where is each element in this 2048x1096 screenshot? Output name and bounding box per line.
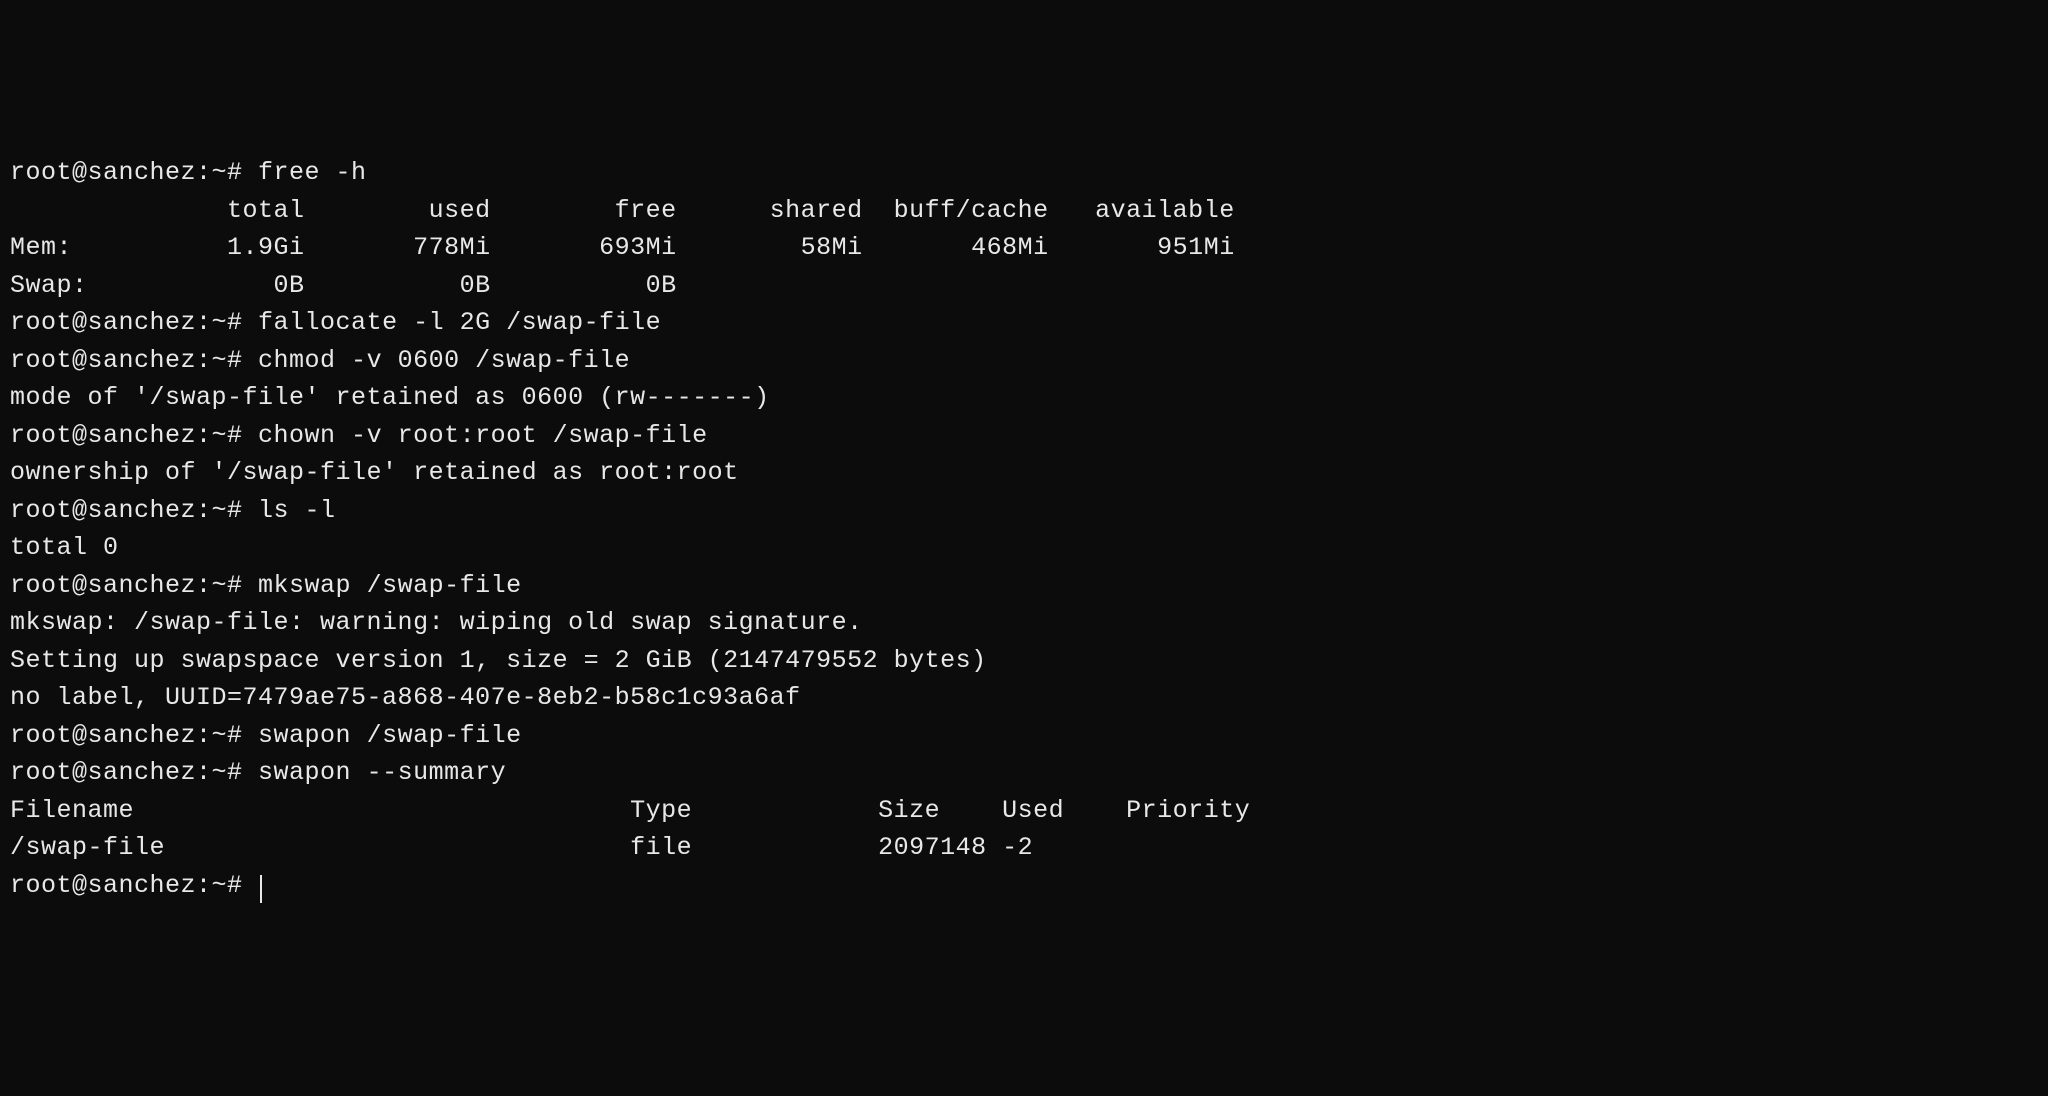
command-text: swapon --summary [258, 758, 506, 787]
prompt: root@sanchez:~# [10, 871, 258, 900]
cmd-line-swapon: root@sanchez:~# swapon /swap-file [10, 717, 2038, 755]
chmod-output: mode of '/swap-file' retained as 0600 (r… [10, 379, 2038, 417]
cmd-line-swapon-summary: root@sanchez:~# swapon --summary [10, 754, 2038, 792]
swapon-row: /swap-file file 2097148 -2 [10, 829, 2038, 867]
cmd-line-current[interactable]: root@sanchez:~# [10, 867, 2038, 905]
prompt: root@sanchez:~# [10, 308, 258, 337]
prompt: root@sanchez:~# [10, 346, 258, 375]
command-text: fallocate -l 2G /swap-file [258, 308, 661, 337]
prompt: root@sanchez:~# [10, 496, 258, 525]
command-text: chown -v root:root /swap-file [258, 421, 708, 450]
prompt: root@sanchez:~# [10, 571, 258, 600]
prompt: root@sanchez:~# [10, 158, 258, 187]
cmd-line-mkswap: root@sanchez:~# mkswap /swap-file [10, 567, 2038, 605]
command-text: free -h [258, 158, 367, 187]
free-swap-row: Swap: 0B 0B 0B [10, 267, 2038, 305]
cmd-line-chown: root@sanchez:~# chown -v root:root /swap… [10, 417, 2038, 455]
free-header: total used free shared buff/cache availa… [10, 192, 2038, 230]
cmd-line-ls: root@sanchez:~# ls -l [10, 492, 2038, 530]
cursor-icon [260, 875, 262, 903]
mkswap-output-1: mkswap: /swap-file: warning: wiping old … [10, 604, 2038, 642]
prompt: root@sanchez:~# [10, 758, 258, 787]
free-mem-row: Mem: 1.9Gi 778Mi 693Mi 58Mi 468Mi 951Mi [10, 229, 2038, 267]
command-text: chmod -v 0600 /swap-file [258, 346, 630, 375]
command-text: ls -l [258, 496, 336, 525]
chown-output: ownership of '/swap-file' retained as ro… [10, 454, 2038, 492]
command-text: swapon /swap-file [258, 721, 522, 750]
cmd-line-free: root@sanchez:~# free -h [10, 154, 2038, 192]
mkswap-output-2: Setting up swapspace version 1, size = 2… [10, 642, 2038, 680]
terminal-output[interactable]: root@sanchez:~# free -h total used free … [10, 154, 2038, 904]
swapon-header: Filename Type Size Used Priority [10, 792, 2038, 830]
prompt: root@sanchez:~# [10, 421, 258, 450]
command-text: mkswap /swap-file [258, 571, 522, 600]
ls-output: total 0 [10, 529, 2038, 567]
prompt: root@sanchez:~# [10, 721, 258, 750]
cmd-line-fallocate: root@sanchez:~# fallocate -l 2G /swap-fi… [10, 304, 2038, 342]
mkswap-output-3: no label, UUID=7479ae75-a868-407e-8eb2-b… [10, 679, 2038, 717]
cmd-line-chmod: root@sanchez:~# chmod -v 0600 /swap-file [10, 342, 2038, 380]
